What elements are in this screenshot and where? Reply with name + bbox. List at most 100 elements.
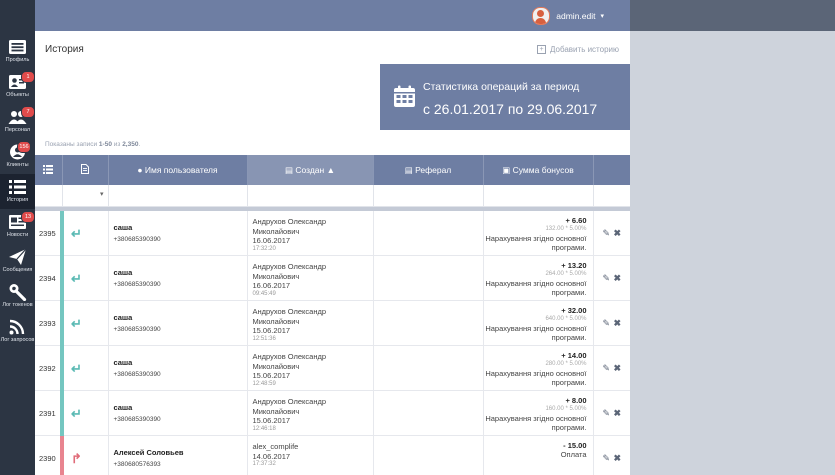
row-user[interactable]: саша +380685390390 — [108, 345, 248, 391]
col-type-header[interactable] — [62, 155, 109, 185]
table-header-row: ● Имя пользователя ▤ Создан ▲ ▤ Реферал … — [35, 155, 630, 185]
row-time: 12:48:59 — [252, 380, 276, 387]
close-icon[interactable]: ✖ — [614, 408, 622, 419]
col-created-header[interactable]: ▤ Создан ▲ — [247, 155, 374, 185]
col-referral-header[interactable]: ▤ Реферал — [373, 155, 484, 185]
row-user-name[interactable]: Алексей Соловьев — [109, 436, 247, 457]
sidebar-item-messages[interactable]: Сообщения — [0, 244, 35, 279]
table-row[interactable]: 2395 ↵ саша +380685390390 Андрухов Олекса… — [35, 211, 630, 256]
sidebar-item-staff[interactable]: 7 Персонал — [0, 104, 35, 139]
row-user-name[interactable]: саша — [109, 391, 247, 412]
stats-range: с 26.01.2017 по 29.06.2017 — [423, 101, 598, 117]
sidebar-item-clients[interactable]: 156 Клиенты — [0, 139, 35, 174]
sidebar-label-history: История — [6, 197, 29, 203]
sidebar-item-objects[interactable]: 1 Объекты — [0, 69, 35, 104]
col-user-header[interactable]: ● Имя пользователя — [108, 155, 248, 185]
row-user[interactable]: саша +380685390390 — [108, 211, 248, 256]
wrench-icon — [9, 284, 27, 301]
row-id: 2394 — [35, 255, 62, 301]
row-bonus: + 6.60 132.00 * 5.00% Нарахування згідно о… — [483, 211, 594, 256]
records-info: Показаны записи 1-50 из 2,350. — [45, 141, 140, 148]
row-direction: ↱ — [60, 435, 109, 475]
row-user[interactable]: саша +380685390390 — [108, 390, 248, 436]
table-row[interactable]: 2394 ↵ саша +380685390390 Андрухов Олекса… — [35, 255, 630, 301]
pencil-icon[interactable]: ✎ — [603, 408, 611, 419]
pencil-icon[interactable]: ✎ — [603, 228, 611, 239]
row-referral — [373, 211, 484, 256]
close-icon[interactable]: ✖ — [614, 273, 622, 284]
sidebar-label-profile: Профиль — [5, 57, 30, 63]
row-user[interactable]: саша +380685390390 — [108, 255, 248, 301]
arrow-up-icon: ↱ — [71, 451, 82, 466]
row-user[interactable]: Алексей Соловьев +380680576393 — [108, 435, 248, 475]
filter-user[interactable] — [108, 185, 248, 207]
row-date: 15.06.2017 — [252, 371, 291, 380]
user-menu[interactable]: admin.edit ▾ — [532, 6, 604, 25]
table-row[interactable]: 2391 ↵ саша +380685390390 Андрухов Олекса… — [35, 390, 630, 436]
pencil-icon[interactable]: ✎ — [603, 363, 611, 374]
filter-row — [35, 185, 630, 207]
pencil-icon[interactable]: ✎ — [603, 318, 611, 329]
records-mid: из — [113, 141, 121, 148]
col-id-header[interactable] — [35, 155, 63, 185]
row-amount: + 8.00 — [565, 396, 587, 405]
row-time: 17:32:20 — [252, 245, 276, 252]
sidebar-item-profile[interactable]: Профиль — [0, 34, 35, 69]
sidebar-item-history[interactable]: История — [0, 174, 35, 209]
close-icon[interactable]: ✖ — [614, 453, 622, 464]
history-list-icon — [9, 180, 26, 194]
table-row[interactable]: 2393 ↵ саша +380685390390 Андрухов Олекса… — [35, 300, 630, 346]
arrow-down-icon: ↵ — [71, 271, 82, 286]
row-user-name[interactable]: саша — [109, 301, 247, 322]
filter-created[interactable] — [247, 185, 374, 207]
row-created: alex_complife 14.06.2017 17:37:32 — [247, 435, 374, 475]
sidebar-item-request-log[interactable]: Лог запросов — [0, 314, 35, 349]
col-bonus-header[interactable]: ▣ Сумма бонусов — [483, 155, 594, 185]
filter-bonus[interactable] — [483, 185, 594, 207]
filter-id[interactable] — [35, 185, 63, 207]
table-icon: ▤ — [404, 164, 413, 175]
sidebar-item-token-log[interactable]: Лог токенов — [0, 279, 35, 314]
row-user-name[interactable]: саша — [109, 211, 247, 232]
row-creator: alex_complife — [252, 442, 299, 451]
row-user-phone: +380680576393 — [113, 461, 161, 468]
row-time: 12:51:36 — [252, 335, 276, 342]
pencil-icon[interactable]: ✎ — [603, 453, 611, 464]
row-amount: - 15.00 — [563, 441, 587, 450]
table-row[interactable]: 2390 ↱ Алексей Соловьев +380680576393 ale… — [35, 435, 630, 475]
row-user-name[interactable]: саша — [109, 256, 247, 277]
main-content: История + Добавить историю Статистика оп… — [35, 31, 630, 475]
close-icon[interactable]: ✖ — [614, 318, 622, 329]
records-end: . — [138, 141, 141, 148]
row-actions: ✎ ✖ — [593, 211, 630, 256]
filter-referral[interactable] — [373, 185, 484, 207]
row-id: 2392 — [35, 345, 62, 391]
add-history-button[interactable]: + Добавить историю — [537, 45, 619, 54]
close-icon[interactable]: ✖ — [614, 363, 622, 374]
pencil-icon[interactable]: ✎ — [603, 273, 611, 284]
row-user-name[interactable]: саша — [109, 346, 247, 367]
row-creator: Андрухов Олександр Миколайович — [252, 262, 327, 281]
close-icon[interactable]: ✖ — [614, 228, 622, 239]
row-date: 16.06.2017 — [252, 236, 291, 245]
user-icon: ● — [137, 165, 143, 175]
filter-type-select[interactable] — [62, 185, 109, 207]
stats-panel: Статистика операций за период с 26.01.20… — [380, 64, 630, 130]
sidebar-item-news[interactable]: 13 Новости — [0, 209, 35, 244]
row-direction: ↵ — [60, 255, 109, 301]
row-creator: Андрухов Олександр Миколайович — [252, 397, 327, 416]
sidebar-label-token-log: Лог токенов — [2, 302, 33, 308]
table-row[interactable]: 2392 ↵ саша +380685390390 Андрухов Олекса… — [35, 345, 630, 391]
row-bonus: + 8.00 160.00 * 5.00% Нарахування згідно о… — [483, 390, 594, 436]
row-creator: Андрухов Олександр Миколайович — [252, 307, 327, 326]
row-referral — [373, 390, 484, 436]
row-user[interactable]: саша +380685390390 — [108, 300, 248, 346]
history-table: ● Имя пользователя ▤ Создан ▲ ▤ Реферал … — [35, 155, 630, 475]
page-title: История — [45, 44, 84, 55]
row-referral — [373, 300, 484, 346]
row-time: 12:46:18 — [252, 425, 276, 432]
row-actions: ✎ ✖ — [593, 300, 630, 346]
arrow-down-icon: ↵ — [71, 406, 82, 421]
row-time: 17:37:32 — [252, 461, 276, 467]
avatar — [532, 6, 551, 25]
